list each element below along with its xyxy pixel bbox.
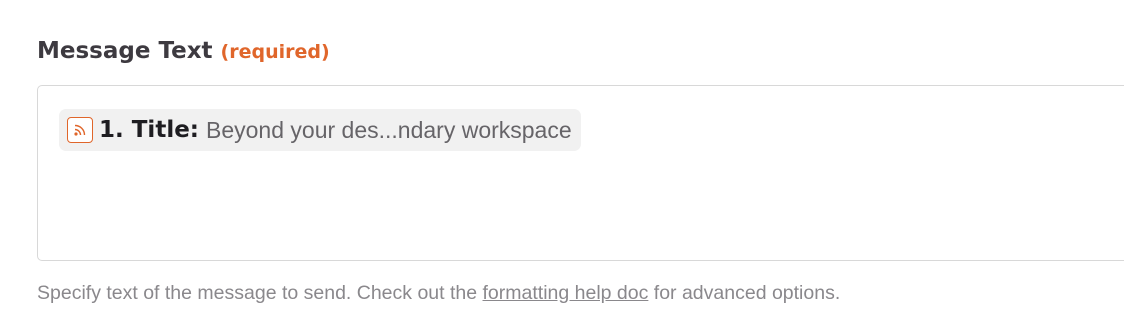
help-text-after: for advanced options. xyxy=(648,282,841,304)
field-label: Message Text xyxy=(37,38,213,64)
mapped-field-pill[interactable]: 1. Title: Beyond your des...ndary worksp… xyxy=(59,109,581,151)
message-text-field: Message Text (required) 1. Title: Beyond… xyxy=(0,0,1124,326)
pill-value: Beyond your des...ndary workspace xyxy=(206,116,572,143)
message-text-input[interactable]: 1. Title: Beyond your des...ndary worksp… xyxy=(37,85,1124,261)
formatting-help-link[interactable]: formatting help doc xyxy=(483,282,649,304)
required-tag: (required) xyxy=(220,41,330,63)
help-text-before: Specify text of the message to send. Che… xyxy=(37,282,483,304)
field-label-row: Message Text (required) xyxy=(37,38,330,70)
pill-key: 1. Title: xyxy=(99,117,199,143)
help-text: Specify text of the message to send. Che… xyxy=(37,282,840,305)
rss-icon xyxy=(67,117,93,143)
